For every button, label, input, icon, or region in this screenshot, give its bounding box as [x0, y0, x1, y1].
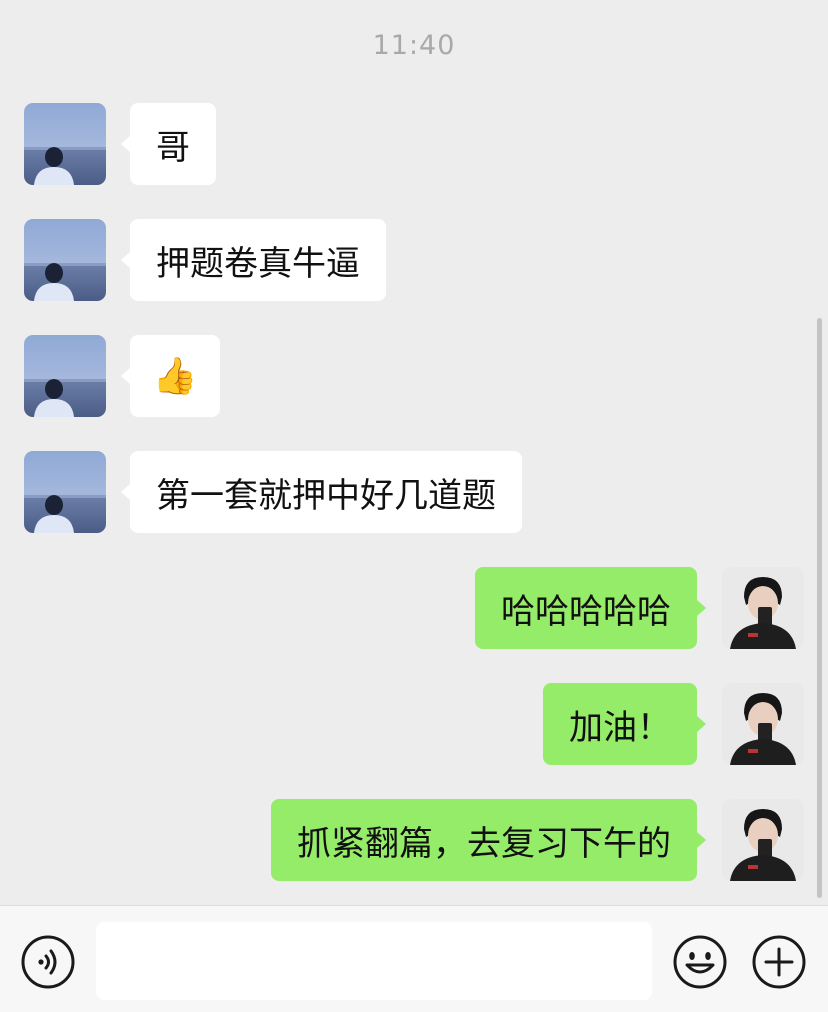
contact-avatar[interactable]	[24, 103, 106, 185]
voice-icon[interactable]	[20, 934, 76, 990]
scrollbar[interactable]	[817, 318, 822, 898]
message-text: 哥	[156, 127, 190, 168]
contact-avatar[interactable]	[24, 219, 106, 301]
message-text: 加油！	[569, 707, 671, 748]
message-bubble-incoming[interactable]: 第一套就押中好几道题	[121, 451, 522, 533]
thumbs-up-emoji: 👍	[152, 356, 198, 397]
input-bar	[0, 905, 828, 1012]
emoji-icon[interactable]	[672, 934, 728, 990]
message-bubble-outgoing[interactable]: 抓紧翻篇，去复习下午的	[271, 799, 706, 881]
user-avatar[interactable]	[722, 567, 804, 649]
message-bubble-incoming[interactable]: 押题卷真牛逼	[121, 219, 386, 301]
message-bubble-incoming[interactable]: 哥	[121, 103, 216, 185]
message-bubble-incoming[interactable]: 👍	[121, 335, 220, 417]
contact-avatar[interactable]	[24, 451, 106, 533]
timestamp: 11:40	[372, 30, 456, 61]
message-text: 押题卷真牛逼	[156, 243, 360, 284]
user-avatar[interactable]	[722, 683, 804, 765]
user-avatar[interactable]	[722, 799, 804, 881]
message-text: 第一套就押中好几道题	[156, 475, 496, 516]
message-input[interactable]	[96, 922, 652, 1000]
plus-icon[interactable]	[751, 934, 807, 990]
message-text: 抓紧翻篇，去复习下午的	[297, 823, 671, 864]
contact-avatar[interactable]	[24, 335, 106, 417]
message-bubble-outgoing[interactable]: 哈哈哈哈哈	[475, 567, 706, 649]
message-bubble-outgoing[interactable]: 加油！	[543, 683, 706, 765]
message-text: 哈哈哈哈哈	[501, 591, 671, 632]
